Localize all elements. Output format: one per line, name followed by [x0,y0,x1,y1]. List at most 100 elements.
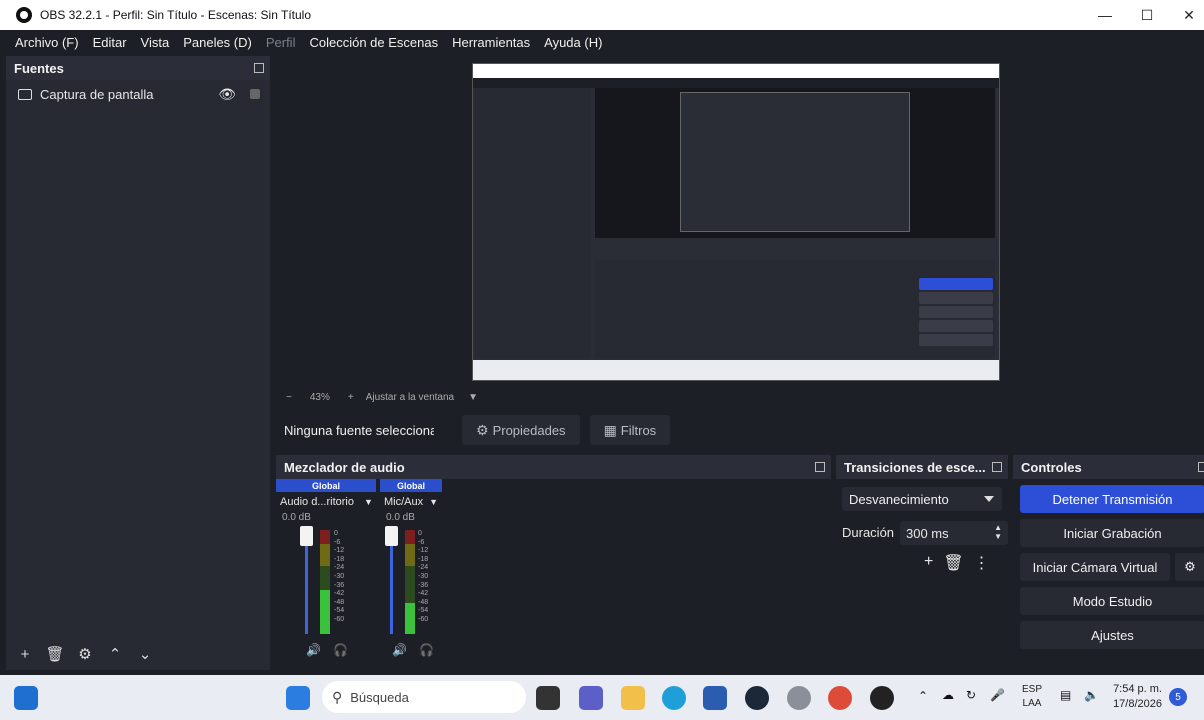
dropdown-arrow-icon: ▼ [429,497,439,507]
maximize-button[interactable]: ☐ [1124,0,1170,30]
start-virtual-camera-button[interactable]: Iniciar Cámara Virtual [1020,553,1170,581]
store-icon[interactable] [703,686,727,710]
mixer-channel-mic: Global Mic/Aux ▼ 0.0 dB 0 -6 -12 -18 -24… [380,479,442,669]
minimize-button[interactable]: — [1082,0,1128,30]
stop-streaming-button[interactable]: Detener Transmisión [1020,485,1204,513]
undock-icon[interactable] [992,462,1002,472]
widgets-icon[interactable] [14,686,38,710]
transition-select[interactable]: Desvanecimiento [842,487,1002,511]
undock-icon[interactable] [254,63,264,73]
scale-tick: -6 [334,538,341,546]
lang-layout: LAA [1022,698,1042,709]
input-language[interactable]: ESP LAA [1022,683,1042,711]
menu-file[interactable]: Archivo (F) [15,35,79,50]
sync-icon[interactable]: ↻ [966,688,976,702]
scale-tick: -36 [418,581,429,589]
undock-icon[interactable] [1198,462,1204,472]
no-source-label: Ninguna fuente seleccionada [284,422,434,438]
properties-button[interactable]: ⚙ Propiedades [462,415,580,445]
network-icon[interactable]: ▤ [1060,688,1071,702]
cloud-icon[interactable]: ☁ [942,688,954,702]
meter-scale: 0 -6 -12 -18 -24 -30 -36 -42 -48 -54 -60 [418,530,428,625]
menu-help[interactable]: Ayuda (H) [544,35,602,50]
source-item[interactable]: Captura de pantalla 👁 [6,80,270,108]
tray-overflow-icon[interactable]: ⌃ [918,689,928,703]
preview-canvas[interactable] [472,63,1000,381]
filters-label: Filtros [620,422,657,438]
headphones-icon[interactable]: 🎧 [419,643,434,657]
task-view-icon[interactable] [536,686,560,710]
source-properties-button[interactable]: ⚙ [74,643,96,665]
add-transition-button[interactable]: + [924,553,933,573]
volume-meter-area: 0 -6 -12 -18 -24 -30 -36 -42 -48 -54 -60 [380,526,442,641]
file-explorer-icon[interactable] [621,686,645,710]
preview-nested-stop-button [919,278,993,290]
undock-icon[interactable] [815,462,825,472]
volume-icon[interactable]: 🔈 [1084,688,1099,702]
channel-name: Audio d...ritorio [280,496,354,508]
studio-mode-button[interactable]: Modo Estudio [1020,587,1204,615]
lock-icon[interactable] [250,89,260,99]
start-recording-button[interactable]: Iniciar Grabación [1020,519,1204,547]
obs-taskbar-icon[interactable] [870,686,894,710]
preview-nested-canvas [595,88,995,238]
meter-red-zone [405,530,415,544]
close-button[interactable]: ✕ [1166,0,1204,30]
preview-nested-menubar [473,78,999,88]
speaker-icon[interactable]: 🔊 [392,643,407,657]
preview-nested-studio-button [919,320,993,332]
menu-scene-collection[interactable]: Colección de Escenas [309,35,438,50]
zoom-out-button[interactable]: − [286,392,292,403]
volume-fader-handle[interactable] [300,526,313,546]
taskbar-search[interactable]: ⚲ Búsqueda [322,681,526,713]
scale-tick: -12 [334,547,345,555]
sources-title: Fuentes [14,60,64,76]
menu-profile[interactable]: Perfil [266,35,296,50]
start-menu-icon[interactable] [286,686,310,710]
edge-icon[interactable] [662,686,686,710]
teams-icon[interactable] [579,686,603,710]
transition-menu-button[interactable]: ⋮ [974,553,990,573]
menu-tools[interactable]: Herramientas [452,35,530,50]
zoom-in-button[interactable]: + [348,392,354,403]
zoom-dropdown-icon[interactable]: ▼ [468,392,478,403]
channel-name-menu[interactable]: Mic/Aux ▼ [380,492,442,512]
settings-gear-icon[interactable] [787,686,811,710]
transition-tools: + 🗑 ⋮ [924,553,990,573]
eye-icon[interactable]: 👁 [218,86,236,103]
scale-tick: -36 [334,581,345,589]
move-down-button[interactable]: ⌄ [134,643,156,665]
remove-transition-button[interactable]: 🗑 [943,553,963,573]
channel-volume-db: 0.0 dB [386,512,415,523]
title-bar: OBS 32.2.1 - Perfil: Sin Título - Escena… [0,0,1204,30]
remove-source-button[interactable]: 🗑 [44,643,66,665]
taskbar-search-placeholder: Búsqueda [350,689,409,705]
spin-arrows-icon[interactable]: ▲ ▼ [994,523,1002,541]
zoom-fit-label[interactable]: Ajustar a la ventana [366,392,454,403]
menu-edit[interactable]: Editar [93,35,127,50]
scale-tick: -24 [334,564,345,572]
speaker-icon[interactable]: 🔊 [306,643,321,657]
filters-button[interactable]: ▦ Filtros [589,415,671,445]
properties-label: Propiedades [492,422,566,438]
scale-tick: -42 [334,590,345,598]
steam-icon[interactable] [745,686,769,710]
settings-button[interactable]: Ajustes [1020,621,1204,649]
clock-time: 7:54 p. m. [1113,683,1162,695]
menu-docks[interactable]: Paneles (D) [183,35,252,50]
move-up-button[interactable]: ⌃ [104,643,126,665]
virtual-camera-settings-button[interactable]: ⚙ [1175,553,1204,581]
add-source-button[interactable]: + [14,643,36,665]
scale-tick: -18 [334,555,345,563]
channel-name-menu[interactable]: Audio d...ritorio ▼ [276,492,376,512]
preview-nested-taskbar [473,360,999,380]
volume-fader-handle[interactable] [385,526,398,546]
menu-view[interactable]: Vista [141,35,170,50]
duration-spinbox[interactable]: 300 ms ▲ ▼ [900,521,1008,545]
chrome-icon[interactable] [828,686,852,710]
headphones-icon[interactable]: 🎧 [333,643,348,657]
system-clock[interactable]: 7:54 p. m. 17/8/2026 [1113,682,1162,712]
notification-badge[interactable]: 5 [1169,688,1187,706]
microphone-icon[interactable]: 🎤 [990,688,1005,702]
sources-dock: Fuentes Captura de pantalla 👁 + 🗑 ⚙ ⌃ ⌄ [6,56,270,670]
